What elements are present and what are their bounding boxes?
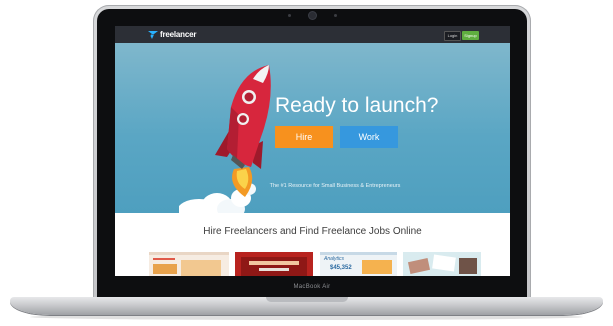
showcase-thumbnail[interactable] xyxy=(149,252,229,276)
section-title: Hire Freelancers and Find Freelance Jobs… xyxy=(203,226,422,237)
work-button[interactable]: Work xyxy=(340,126,398,148)
showcase-thumbnail[interactable] xyxy=(235,252,313,276)
laptop-notch xyxy=(266,297,348,302)
hero-banner: Ready to launch? Hire Work The #1 Resour… xyxy=(115,43,510,213)
thumbnail-card xyxy=(407,258,431,274)
thumbnail-header xyxy=(149,252,229,255)
thumbnail-chart xyxy=(362,260,392,274)
thumbnail-image xyxy=(153,264,177,274)
logo-text: freelancer xyxy=(160,30,197,39)
camera-icon xyxy=(309,12,316,19)
freelancer-bird-icon xyxy=(148,30,158,39)
hero-tagline: The #1 Resource for Small Business & Ent… xyxy=(269,183,401,189)
features-section: Hire Freelancers and Find Freelance Jobs… xyxy=(115,213,510,276)
hero-title: Ready to launch? xyxy=(275,94,439,117)
showcase-thumbnail[interactable] xyxy=(403,252,481,276)
hire-button[interactable]: Hire xyxy=(275,126,333,148)
login-button[interactable]: Login xyxy=(444,31,461,41)
thumbnail-card xyxy=(459,258,477,274)
laptop-model-label: MacBook Air xyxy=(293,284,331,290)
showcase-thumbnail[interactable]: Analytics $45,352 xyxy=(320,252,397,276)
site-header: freelancer Login Signup xyxy=(115,26,510,43)
thumbnail-heading: Analytics xyxy=(324,256,345,262)
thumbnail-header xyxy=(320,252,397,255)
laptop-screen: freelancer Login Signup Ready to launch?… xyxy=(115,26,510,276)
thumbnail-line xyxy=(153,258,175,260)
thumbnail-image xyxy=(241,257,307,276)
signup-button[interactable]: Signup xyxy=(462,31,479,40)
sensor-dot xyxy=(288,14,291,17)
thumbnail-card xyxy=(432,254,456,272)
sensor-dot xyxy=(334,14,337,17)
site-logo[interactable]: freelancer xyxy=(148,29,196,40)
thumbnail-line xyxy=(259,268,289,271)
thumbnail-value: $45,352 xyxy=(330,265,352,271)
thumbnail-image xyxy=(181,260,221,276)
thumbnail-line xyxy=(249,261,299,265)
rocket-illustration xyxy=(179,65,271,213)
